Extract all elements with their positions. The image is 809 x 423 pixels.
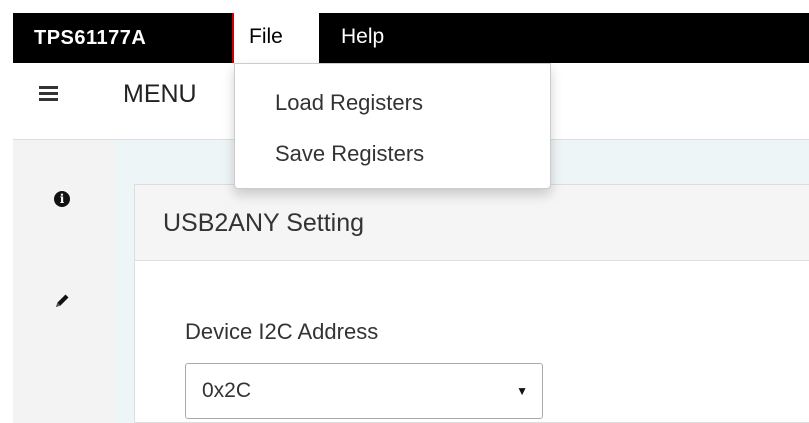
usb2any-setting-panel: USB2ANY Setting Device I2C Address 0x2C … (134, 184, 809, 423)
hamburger-menu-icon[interactable] (39, 86, 58, 102)
menu-label[interactable]: MENU (123, 80, 197, 109)
panel-title: USB2ANY Setting (135, 185, 809, 261)
menu-item-save-registers[interactable]: Save Registers (275, 141, 424, 167)
pencil-icon[interactable] (52, 291, 72, 311)
info-icon[interactable]: i (54, 191, 70, 207)
sidebar (13, 139, 115, 423)
menu-help[interactable]: Help (331, 13, 384, 63)
device-address-label: Device I2C Address (185, 319, 379, 344)
dropdown-arrow-icon: ▼ (516, 384, 528, 398)
menu-item-load-registers[interactable]: Load Registers (275, 90, 423, 116)
top-menu-bar: TPS61177A File Help (13, 13, 809, 63)
app-brand: TPS61177A (34, 27, 147, 49)
device-address-select[interactable]: 0x2C ▼ (185, 363, 543, 419)
device-address-value: 0x2C (202, 379, 252, 402)
file-dropdown-menu: Load Registers Save Registers (234, 63, 551, 189)
menu-file[interactable]: File (234, 13, 319, 63)
